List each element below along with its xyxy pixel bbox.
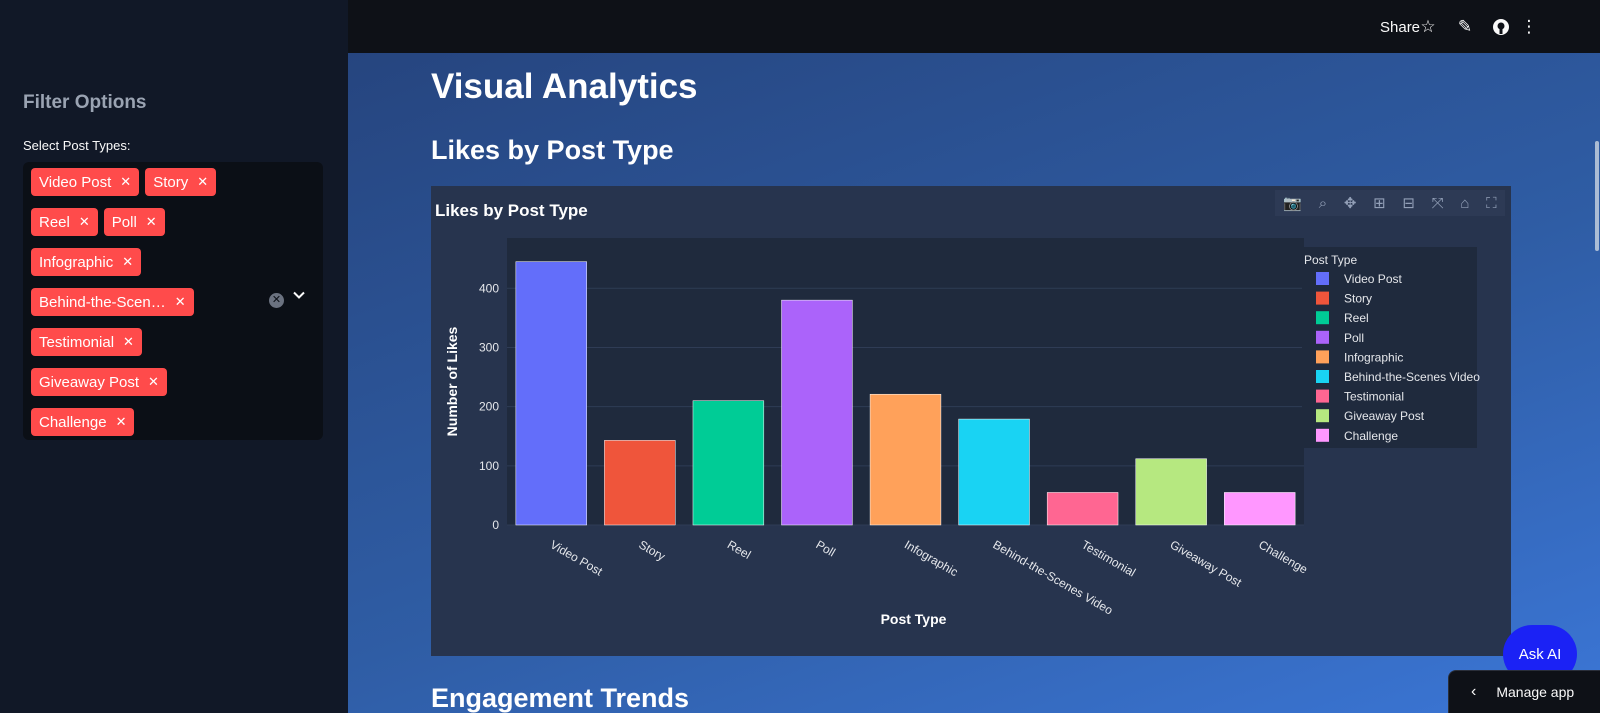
bar-infographic — [869, 393, 942, 526]
y-tick-label: 0 — [492, 518, 499, 532]
legend-item: Infographic — [1344, 350, 1403, 364]
chip-label: Infographic — [39, 253, 114, 271]
remove-chip-icon[interactable]: ✕ — [146, 214, 157, 230]
star-icon[interactable]: ☆ — [1417, 16, 1439, 38]
y-tick-label: 400 — [479, 281, 499, 295]
share-button[interactable]: Share — [1380, 19, 1420, 36]
legend-swatch — [1316, 389, 1329, 403]
chip-label: Giveaway Post — [39, 373, 140, 391]
bar-giveaway-post — [1135, 458, 1207, 526]
bar-poll — [781, 299, 853, 526]
legend-swatch — [1316, 330, 1329, 344]
legend-swatch — [1316, 350, 1329, 364]
remove-chip-icon[interactable]: ✕ — [79, 214, 90, 230]
bar-video-post — [515, 261, 587, 526]
app-header: Share ☆ ✎ ⋮ — [348, 0, 1600, 53]
bar-reel — [692, 400, 765, 526]
legend-title: Post Type — [1304, 253, 1357, 267]
legend-item: Story — [1344, 292, 1372, 306]
post-types-label: Select Post Types: — [23, 138, 131, 153]
chip-testimonial: Testimonial ✕ — [31, 328, 142, 356]
x-tick-label: Testimonial — [1079, 537, 1138, 579]
legend-item: Testimonial — [1344, 390, 1404, 404]
chip-label: Challenge — [39, 413, 107, 431]
y-axis-label: Number of Likes — [444, 326, 460, 436]
legend-swatch — [1316, 272, 1329, 285]
bar-testimonial — [1046, 492, 1119, 526]
chip-giveaway-post: Giveaway Post ✕ — [31, 368, 167, 396]
legend-swatch — [1316, 311, 1329, 325]
chart-plot: 0 100 200 300 400 Video Post Story Reel Poll Info… — [444, 238, 1480, 627]
remove-chip-icon[interactable]: ✕ — [197, 174, 208, 190]
remove-chip-icon[interactable]: ✕ — [148, 374, 159, 390]
bar-behind-the-scenes-video — [958, 418, 1030, 526]
remove-chip-icon[interactable]: ✕ — [123, 334, 134, 350]
chevron-left-icon: ‹ — [1471, 683, 1477, 700]
chip-story: Story ✕ — [145, 168, 217, 196]
x-tick-label: Reel — [725, 537, 753, 561]
section-heading-engagement: Engagement Trends — [431, 683, 690, 713]
y-tick-label: 300 — [479, 340, 499, 354]
legend-item: Behind-the-Scenes Video — [1344, 370, 1480, 384]
sidebar-title: Filter Options — [23, 92, 147, 113]
github-icon[interactable] — [1490, 16, 1512, 38]
manage-app-label: Manage app — [1496, 684, 1575, 700]
legend-swatch — [1316, 428, 1329, 442]
chip-label: Behind-the-Scen… — [39, 293, 166, 311]
main-content: Visual Analytics Likes by Post Type 📷 ⌕ … — [348, 53, 1600, 713]
chip-infographic: Infographic ✕ — [31, 248, 142, 276]
clear-all-icon[interactable]: ✕ — [269, 293, 284, 308]
chip-label: Reel — [39, 213, 70, 231]
legend-item: Giveaway Post — [1344, 409, 1425, 423]
chip-label: Testimonial — [39, 333, 115, 351]
legend-swatch — [1316, 409, 1329, 423]
remove-chip-icon[interactable]: ✕ — [116, 414, 127, 430]
page-title: Visual Analytics — [431, 67, 698, 106]
bar-challenge — [1224, 492, 1296, 526]
chevron-down-icon[interactable] — [292, 288, 306, 307]
chip-label: Story — [153, 173, 189, 191]
legend-swatch — [1316, 291, 1329, 305]
remove-chip-icon[interactable]: ✕ — [120, 174, 131, 190]
chip-poll: Poll ✕ — [103, 208, 165, 236]
scrollbar-thumb[interactable] — [1595, 141, 1599, 251]
chip-list: Video Post ✕ Story ✕ Reel ✕ Poll ✕ Infograph… — [31, 168, 261, 448]
legend-item: Reel — [1344, 311, 1369, 325]
x-tick-label: Video Post — [548, 537, 606, 578]
sidebar: Filter Options Select Post Types: Video … — [0, 0, 348, 713]
likes-chart: 📷 ⌕ ✥ ⊞ ⊟ ⤧ ⌂ ⛶ Likes by Post Type 0 100 2… — [431, 186, 1511, 656]
x-tick-label: Infographic — [902, 537, 960, 579]
chip-reel: Reel ✕ — [31, 208, 98, 236]
remove-chip-icon[interactable]: ✕ — [175, 294, 186, 310]
chip-label: Video Post — [39, 173, 112, 191]
post-types-multiselect[interactable]: Video Post ✕ Story ✕ Reel ✕ Poll ✕ Infograph… — [23, 162, 323, 440]
legend-item: Poll — [1344, 331, 1364, 345]
x-tick-label: Challenge — [1256, 537, 1310, 576]
y-tick-label: 200 — [479, 400, 499, 414]
more-vertical-icon[interactable]: ⋮ — [1518, 16, 1540, 38]
bar-story — [604, 440, 676, 526]
x-tick-label: Story — [636, 537, 667, 563]
x-tick-label: Giveaway Post — [1168, 537, 1245, 589]
x-tick-label: Poll — [813, 537, 837, 559]
chip-label: Poll — [111, 213, 137, 231]
legend-item: Challenge — [1344, 429, 1398, 443]
chip-challenge: Challenge ✕ — [31, 408, 135, 436]
manage-app-button[interactable]: ‹ Manage app — [1448, 670, 1600, 713]
y-tick-label: 100 — [479, 459, 499, 473]
pencil-icon[interactable]: ✎ — [1454, 16, 1476, 38]
x-axis-label: Post Type — [881, 611, 947, 627]
chip-behind-the-scenes: Behind-the-Scen… ✕ — [31, 288, 194, 316]
chip-video-post: Video Post ✕ — [31, 168, 140, 196]
section-heading-likes: Likes by Post Type — [431, 135, 674, 165]
remove-chip-icon[interactable]: ✕ — [122, 254, 133, 270]
legend-item: Video Post — [1344, 272, 1402, 286]
legend-swatch — [1316, 370, 1329, 383]
